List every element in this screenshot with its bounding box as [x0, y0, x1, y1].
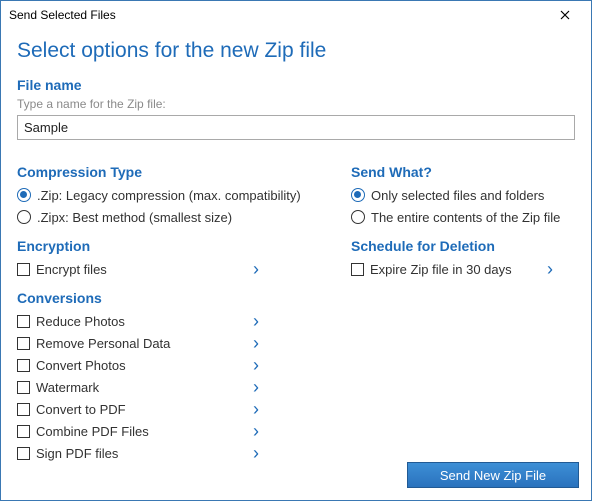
compression-option-zipx[interactable]: .Zipx: Best method (smallest size)	[17, 206, 333, 228]
send-what-group: Send What? Only selected files and folde…	[351, 164, 575, 228]
send-what-selected[interactable]: Only selected files and folders	[351, 184, 575, 206]
checkbox-label: Expire Zip file in 30 days	[370, 262, 512, 277]
conversions-group: Conversions Reduce Photos › Remove Perso…	[17, 290, 333, 464]
radio-label: Only selected files and folders	[371, 188, 544, 203]
radio-label: .Zip: Legacy compression (max. compatibi…	[37, 188, 301, 203]
chevron-right-icon[interactable]: ›	[247, 378, 265, 396]
send-new-zip-button[interactable]: Send New Zip File	[407, 462, 579, 488]
conversion-remove-personal[interactable]: Remove Personal Data	[17, 332, 247, 354]
encrypt-files-checkbox[interactable]: Encrypt files	[17, 258, 247, 280]
chevron-right-icon[interactable]: ›	[247, 334, 265, 352]
radio-icon	[17, 210, 31, 224]
checkbox-icon	[17, 425, 30, 438]
filename-hint: Type a name for the Zip file:	[17, 97, 575, 111]
radio-label: .Zipx: Best method (smallest size)	[37, 210, 232, 225]
checkbox-icon	[17, 381, 30, 394]
conversion-sign-pdf[interactable]: Sign PDF files	[17, 442, 247, 464]
filename-label: File name	[17, 77, 575, 93]
checkbox-icon	[17, 359, 30, 372]
checkbox-label: Sign PDF files	[36, 446, 118, 461]
conversion-convert-photos[interactable]: Convert Photos	[17, 354, 247, 376]
close-button[interactable]	[545, 3, 585, 27]
chevron-right-icon[interactable]: ›	[247, 356, 265, 374]
checkbox-icon	[17, 337, 30, 350]
conversion-watermark[interactable]: Watermark	[17, 376, 247, 398]
chevron-right-icon[interactable]: ›	[247, 422, 265, 440]
checkbox-label: Encrypt files	[36, 262, 107, 277]
checkbox-icon	[17, 263, 30, 276]
compression-group: Compression Type .Zip: Legacy compressio…	[17, 164, 333, 228]
encryption-group: Encryption Encrypt files ›	[17, 238, 333, 280]
radio-icon	[17, 188, 31, 202]
send-what-label: Send What?	[351, 164, 575, 180]
expire-zip-checkbox[interactable]: Expire Zip file in 30 days	[351, 258, 541, 280]
checkbox-icon	[351, 263, 364, 276]
radio-icon	[351, 188, 365, 202]
window-title: Send Selected Files	[9, 8, 116, 22]
radio-icon	[351, 210, 365, 224]
checkbox-label: Convert to PDF	[36, 402, 126, 417]
checkbox-label: Combine PDF Files	[36, 424, 149, 439]
checkbox-label: Convert Photos	[36, 358, 126, 373]
schedule-label: Schedule for Deletion	[351, 238, 575, 254]
conversions-label: Conversions	[17, 290, 333, 306]
dialog-content: Select options for the new Zip file File…	[1, 29, 591, 474]
filename-group: File name Type a name for the Zip file:	[17, 77, 575, 154]
conversion-convert-pdf[interactable]: Convert to PDF	[17, 398, 247, 420]
checkbox-icon	[17, 403, 30, 416]
titlebar: Send Selected Files	[1, 1, 591, 29]
chevron-right-icon[interactable]: ›	[247, 444, 265, 462]
schedule-group: Schedule for Deletion Expire Zip file in…	[351, 238, 575, 280]
checkbox-label: Remove Personal Data	[36, 336, 170, 351]
radio-label: The entire contents of the Zip file	[371, 210, 560, 225]
checkbox-icon	[17, 315, 30, 328]
close-icon	[560, 10, 570, 20]
checkbox-label: Watermark	[36, 380, 99, 395]
chevron-right-icon[interactable]: ›	[247, 400, 265, 418]
page-title: Select options for the new Zip file	[17, 39, 575, 63]
checkbox-icon	[17, 447, 30, 460]
chevron-right-icon[interactable]: ›	[247, 312, 265, 330]
filename-input[interactable]	[17, 115, 575, 140]
compression-label: Compression Type	[17, 164, 333, 180]
send-what-entire[interactable]: The entire contents of the Zip file	[351, 206, 575, 228]
button-label: Send New Zip File	[440, 468, 546, 483]
conversion-combine-pdf[interactable]: Combine PDF Files	[17, 420, 247, 442]
encryption-label: Encryption	[17, 238, 333, 254]
chevron-right-icon[interactable]: ›	[247, 260, 265, 278]
compression-option-zip[interactable]: .Zip: Legacy compression (max. compatibi…	[17, 184, 333, 206]
chevron-right-icon[interactable]: ›	[541, 260, 559, 278]
checkbox-label: Reduce Photos	[36, 314, 125, 329]
conversion-reduce-photos[interactable]: Reduce Photos	[17, 310, 247, 332]
